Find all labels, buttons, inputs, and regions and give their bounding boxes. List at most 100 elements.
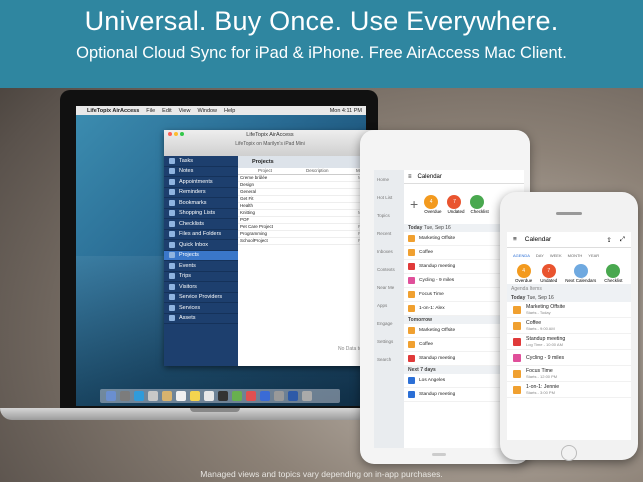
menu-icon[interactable]: ≡ xyxy=(408,174,412,180)
launchpad-icon[interactable] xyxy=(120,391,130,401)
tab-day[interactable]: DAY xyxy=(536,253,544,258)
table-row[interactable]: Design xyxy=(238,182,376,189)
menu-window[interactable]: Window xyxy=(197,108,217,114)
item-title: Marketing Offsite xyxy=(419,328,456,333)
badge-undated[interactable]: 7 Undated xyxy=(540,263,558,283)
iphone-home-button[interactable] xyxy=(561,445,577,461)
notes-icon[interactable] xyxy=(190,391,200,401)
header-banner: Universal. Buy Once. Use Everywhere. Opt… xyxy=(0,0,643,88)
tab-agenda[interactable]: AGENDA xyxy=(513,253,530,258)
sidebar-item-reminders[interactable]: Reminders xyxy=(164,188,238,198)
badge-next-calendars[interactable]: Next Calendars xyxy=(565,263,596,283)
sidebar-item-shopping-lists[interactable]: Shopping Lists xyxy=(164,209,238,219)
menu-icon[interactable]: ≡ xyxy=(513,236,517,243)
calendar-icon[interactable] xyxy=(176,391,186,401)
expand-icon[interactable]: ⤢ xyxy=(620,236,625,244)
table-row[interactable]: Pet Care ProjectFel xyxy=(238,224,376,231)
tab-year[interactable]: YEAR xyxy=(588,253,599,258)
footnote: Managed views and topics vary depending … xyxy=(200,469,443,479)
agenda-item[interactable]: Marketing Offsite Starts - Today xyxy=(507,302,631,318)
reminders-icon[interactable] xyxy=(204,391,214,401)
ipad-nav-item[interactable]: Topics xyxy=(374,206,404,224)
tab-month[interactable]: MONTH xyxy=(568,253,583,258)
sidebar-label: Services xyxy=(179,304,201,311)
agenda-item[interactable]: Standup meeting Log Time - 10:00 AM xyxy=(507,334,631,350)
col-project[interactable]: Project xyxy=(238,168,296,174)
table-row[interactable]: KnittingMa xyxy=(238,210,376,217)
ipad-sidebar: Home Hot List Topics Recent Inboxes Contexts N… xyxy=(374,170,404,448)
lifetopix-icon[interactable] xyxy=(288,391,298,401)
preferences-icon[interactable] xyxy=(274,391,284,401)
ipad-nav-item[interactable]: Settings xyxy=(374,332,404,350)
menu-view[interactable]: View xyxy=(179,108,191,114)
ipad-nav-item[interactable]: Hot List xyxy=(374,188,404,206)
sidebar-item-tasks[interactable]: Tasks xyxy=(164,156,238,167)
menu-help[interactable]: Help xyxy=(224,108,235,114)
mac-menubar: LifeTopix AirAccess File Edit View Windo… xyxy=(76,106,366,115)
table-row[interactable]: SchoolProjectFel xyxy=(238,238,376,245)
ipad-nav-item[interactable]: Home xyxy=(374,170,404,188)
table-row[interactable]: ProgrammingFel xyxy=(238,231,376,238)
event-icon xyxy=(513,321,521,330)
ipad-nav-item[interactable]: Inboxes xyxy=(374,242,404,260)
ipad-home-button[interactable] xyxy=(432,453,446,456)
sidebar-item-bookmarks[interactable]: Bookmarks xyxy=(164,198,238,209)
table-row[interactable]: POF xyxy=(238,217,376,224)
agenda-item[interactable]: Coffee Starts - 9:00 AM xyxy=(507,318,631,334)
safari-icon[interactable] xyxy=(134,391,144,401)
share-icon[interactable]: ⇪ xyxy=(606,236,611,244)
menubar-app-name[interactable]: LifeTopix AirAccess xyxy=(87,108,139,114)
menubar-clock[interactable]: Mon 4:11 PM xyxy=(330,108,362,114)
agenda-item[interactable]: Cycling - 9 miles xyxy=(507,350,631,366)
badge-overdue[interactable]: 4 Overdue xyxy=(515,263,532,283)
sidebar-item-trips[interactable]: Trips xyxy=(164,272,238,282)
event-icon xyxy=(408,341,415,348)
badge-checklist[interactable]: Checklist xyxy=(470,194,489,214)
table-row[interactable]: Creme brûléeMa xyxy=(238,175,376,182)
sidebar-item-files[interactable]: Files and Folders xyxy=(164,230,238,240)
badge-checklist[interactable]: Checklist xyxy=(604,263,623,283)
sidebar-item-service-providers[interactable]: Service Providers xyxy=(164,293,238,303)
menu-edit[interactable]: Edit xyxy=(162,108,171,114)
sidebar-item-quick-inbox[interactable]: Quick Inbox xyxy=(164,240,238,251)
col-description[interactable]: Description xyxy=(296,168,356,174)
appstore-icon[interactable] xyxy=(260,391,270,401)
ipad-nav-item[interactable]: Contexts xyxy=(374,260,404,278)
event-icon xyxy=(513,305,521,314)
event-icon xyxy=(408,355,415,362)
badge-label: Undated xyxy=(540,277,558,283)
sidebar-item-checklists[interactable]: Checklists xyxy=(164,219,238,230)
add-icon[interactable]: + xyxy=(410,196,418,212)
badge-overdue[interactable]: 4 Overdue xyxy=(424,194,441,214)
event-icon xyxy=(513,385,521,394)
badge-undated[interactable]: 7 Undated xyxy=(447,194,464,214)
iphone-title: Calendar xyxy=(524,236,552,243)
sidebar-item-visitors[interactable]: Visitors xyxy=(164,282,238,293)
table-row[interactable]: Health xyxy=(238,203,376,210)
messages-icon[interactable] xyxy=(232,391,242,401)
itunes-icon[interactable] xyxy=(246,391,256,401)
tab-week[interactable]: WEEK xyxy=(550,253,562,258)
sidebar-item-services[interactable]: Services xyxy=(164,303,238,314)
ipad-nav-item[interactable]: Search xyxy=(374,350,404,368)
sidebar-item-events[interactable]: Events xyxy=(164,261,238,272)
sidebar-item-appointments[interactable]: Appointments xyxy=(164,177,238,188)
sidebar-item-notes[interactable]: Notes xyxy=(164,167,238,177)
finder-icon[interactable] xyxy=(106,391,116,401)
sidebar-item-projects[interactable]: Projects xyxy=(164,250,238,261)
cell-project: Health xyxy=(240,203,254,208)
maps-icon[interactable] xyxy=(218,391,228,401)
table-row[interactable]: General xyxy=(238,189,376,196)
ipad-nav-item[interactable]: Engage xyxy=(374,314,404,332)
agenda-item[interactable]: Focus Time Starts - 12:00 PM xyxy=(507,366,631,382)
ipad-nav-item[interactable]: Near Me xyxy=(374,278,404,296)
agenda-item[interactable]: 1-on-1: Jennie Starts - 3:00 PM xyxy=(507,382,631,398)
contacts-icon[interactable] xyxy=(162,391,172,401)
menu-file[interactable]: File xyxy=(146,108,155,114)
table-row[interactable]: Get Fit xyxy=(238,196,376,203)
trash-icon[interactable] xyxy=(302,391,312,401)
sidebar-item-assets[interactable]: Assets xyxy=(164,314,238,324)
mail-icon[interactable] xyxy=(148,391,158,401)
ipad-nav-item[interactable]: Recent xyxy=(374,224,404,242)
ipad-nav-item[interactable]: Apps xyxy=(374,296,404,314)
